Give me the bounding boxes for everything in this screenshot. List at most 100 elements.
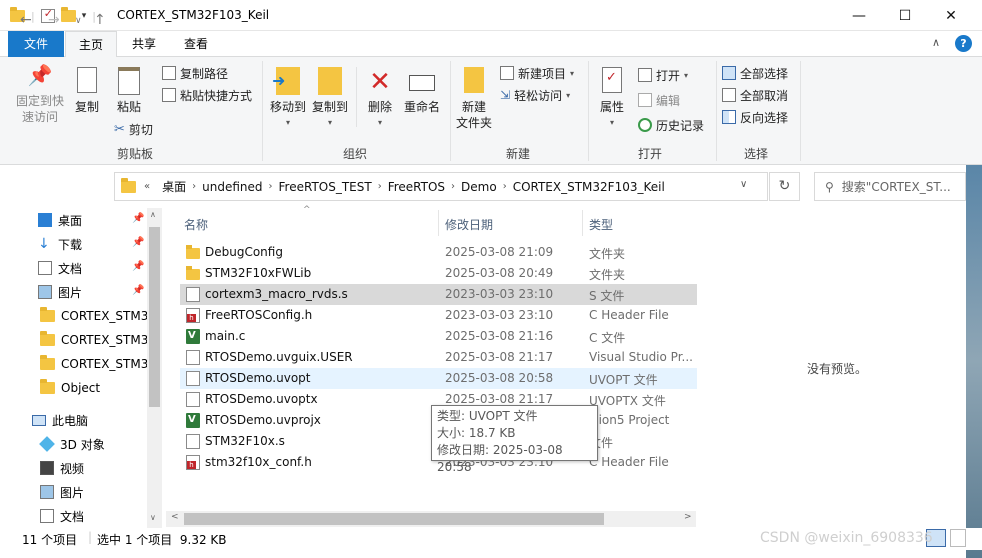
file-icon	[186, 287, 200, 302]
close-button[interactable]: ✕	[928, 0, 974, 31]
tab-share[interactable]: 共享	[120, 31, 168, 57]
copy-button[interactable]: 复制	[70, 67, 104, 115]
file-row[interactable]: DebugConfig 2025-03-08 21:09 文件夹	[180, 242, 697, 263]
address-dropdown-icon[interactable]: ∨	[740, 179, 747, 190]
pictures-icon	[38, 285, 52, 299]
minimize-button[interactable]: —	[836, 0, 882, 31]
nav-scrollbar-thumb[interactable]	[149, 227, 160, 407]
back-arrow-icon[interactable]: ←	[20, 12, 32, 28]
breadcrumb-freertos-test[interactable]: FreeRTOS_TEST	[279, 180, 372, 194]
file-row[interactable]: STM32F10xFWLib 2025-03-08 20:49 文件夹	[180, 263, 697, 284]
cut-button[interactable]: ✂ 剪切	[114, 119, 153, 139]
select-all-button[interactable]: 全部选择	[722, 63, 788, 83]
breadcrumb-overflow[interactable]: «	[144, 181, 150, 192]
move-to-button[interactable]: ➜ 移动到 ▾	[268, 67, 308, 131]
breadcrumb-current[interactable]: CORTEX_STM32F103_Keil	[513, 180, 665, 194]
select-none-button[interactable]: 全部取消	[722, 85, 788, 105]
nav-item-documents-pc[interactable]: 文档	[40, 505, 84, 527]
new-item-icon	[500, 66, 514, 80]
file-name: stm32f10x_conf.h	[205, 455, 312, 469]
computer-icon	[32, 414, 46, 426]
nav-item-pictures-pc[interactable]: 图片	[40, 481, 84, 503]
new-item-button[interactable]: 新建项目 ▾	[500, 63, 574, 83]
breadcrumb-desktop[interactable]: 桌面	[162, 178, 186, 195]
large-icons-view-icon[interactable]	[950, 529, 966, 547]
file-date: 2023-03-03 23:10	[445, 287, 554, 301]
file-name: RTOSDemo.uvopt	[205, 371, 311, 385]
invert-selection-icon	[722, 110, 736, 124]
search-input[interactable]: ⚲ 搜索"CORTEX_ST...	[814, 172, 966, 201]
horizontal-scrollbar-thumb[interactable]	[184, 513, 604, 525]
edit-button[interactable]: 编辑	[638, 90, 680, 110]
file-row[interactable]: cortexm3_macro_rvds.s 2023-03-03 23:10 S 文…	[180, 284, 697, 305]
breadcrumb-demo[interactable]: Demo	[461, 180, 497, 194]
pin-icon[interactable]: 📌	[132, 213, 144, 224]
file-row[interactable]: main.c 2025-03-08 21:16 C 文件	[180, 326, 697, 347]
nav-item-downloads[interactable]: ↓ 下载	[38, 233, 82, 255]
column-header-type[interactable]: 类型	[589, 216, 613, 233]
recent-locations-icon[interactable]: ∨	[75, 16, 82, 26]
nav-item-desktop[interactable]: 桌面	[38, 209, 82, 231]
paste-shortcut-button[interactable]: 粘贴快捷方式	[162, 85, 252, 105]
nav-item-cortex-3[interactable]: CORTEX_STM3	[40, 353, 148, 375]
pin-icon[interactable]: 📌	[132, 285, 144, 296]
tab-home[interactable]: 主页	[65, 31, 117, 58]
scroll-down-icon[interactable]: ∨	[150, 513, 156, 522]
file-icon	[186, 350, 200, 365]
file-type: C Header File	[589, 455, 669, 469]
forward-arrow-icon[interactable]: →	[48, 12, 60, 28]
refresh-button[interactable]: ↻	[769, 172, 800, 201]
help-icon[interactable]: ?	[955, 35, 972, 52]
maximize-button[interactable]: ☐	[882, 0, 928, 31]
properties-button[interactable]: ✓ 属性 ▾	[594, 67, 630, 131]
pin-icon[interactable]: 📌	[132, 261, 144, 272]
scroll-right-icon[interactable]: >	[684, 512, 692, 522]
nav-item-documents[interactable]: 文档	[38, 257, 82, 279]
easy-access-button[interactable]: ⇲ 轻松访问 ▾	[500, 85, 570, 105]
easy-access-icon: ⇲	[500, 88, 511, 102]
copy-to-button[interactable]: 复制到 ▾	[310, 67, 350, 131]
breadcrumb-undefined[interactable]: undefined	[202, 180, 262, 194]
column-header-date[interactable]: 修改日期	[445, 216, 493, 233]
nav-item-videos[interactable]: 视频	[40, 457, 84, 479]
header-file-icon	[186, 455, 200, 470]
ribbon-tabs: 文件 主页 共享 查看 ∧ ?	[0, 31, 982, 58]
tooltip-type: 类型: UVOPT 文件	[437, 409, 538, 423]
nav-item-object[interactable]: Object	[40, 377, 100, 399]
copy-path-button[interactable]: 复制路径	[162, 63, 228, 83]
qat-dropdown-icon[interactable]: ▾	[82, 11, 87, 21]
delete-button[interactable]: ✕ 删除 ▾	[362, 67, 398, 131]
new-folder-icon	[464, 67, 484, 93]
pin-icon[interactable]: 📌	[132, 237, 144, 248]
nav-item-pictures[interactable]: 图片	[38, 281, 82, 303]
nav-item-3d-objects[interactable]: 3D 对象	[39, 433, 105, 455]
nav-item-this-pc[interactable]: 此电脑	[32, 409, 88, 431]
tab-file[interactable]: 文件	[8, 31, 64, 57]
header-file-icon	[186, 308, 200, 323]
history-button[interactable]: 历史记录	[638, 115, 704, 135]
file-row[interactable]: FreeRTOSConfig.h 2023-03-03 23:10 C Header…	[180, 305, 697, 326]
nav-item-cortex-2[interactable]: CORTEX_STM3	[40, 329, 148, 351]
file-row[interactable]: RTOSDemo.uvguix.USER 2025-03-08 21:17 Visu…	[180, 347, 697, 368]
chevron-up-icon[interactable]: ∧	[932, 36, 940, 49]
up-arrow-icon[interactable]: ↑	[94, 12, 106, 28]
group-organize-label: 组织	[342, 147, 367, 161]
scroll-left-icon[interactable]: <	[171, 512, 179, 522]
group-open-label: 打开	[637, 147, 662, 161]
file-row[interactable]: RTOSDemo.uvopt 2025-03-08 20:58 UVOPT 文件	[180, 368, 697, 389]
new-folder-qat-icon[interactable]	[60, 7, 76, 22]
new-folder-button[interactable]: 新建 文件夹	[454, 67, 494, 131]
file-type: C Header File	[589, 308, 669, 322]
title-bar: | ✓ ▾ | CORTEX_STM32F103_Keil — ☐ ✕	[0, 0, 982, 31]
scroll-up-icon[interactable]: ∧	[150, 210, 156, 219]
breadcrumb-freertos[interactable]: FreeRTOS	[388, 180, 445, 194]
address-bar[interactable]: « 桌面 › undefined › FreeRTOS_TEST › FreeRTOS…	[114, 172, 768, 201]
rename-button[interactable]: 重命名	[402, 67, 442, 115]
pin-quick-access-button[interactable]: 📌 固定到快速访问	[14, 65, 66, 125]
open-button[interactable]: 打开 ▾	[638, 65, 688, 85]
paste-button[interactable]: 粘贴	[112, 67, 146, 115]
invert-selection-button[interactable]: 反向选择	[722, 107, 788, 127]
column-header-name[interactable]: 名称	[184, 216, 208, 233]
nav-item-cortex-1[interactable]: CORTEX_STM3	[40, 305, 148, 327]
tab-view[interactable]: 查看	[172, 31, 220, 57]
